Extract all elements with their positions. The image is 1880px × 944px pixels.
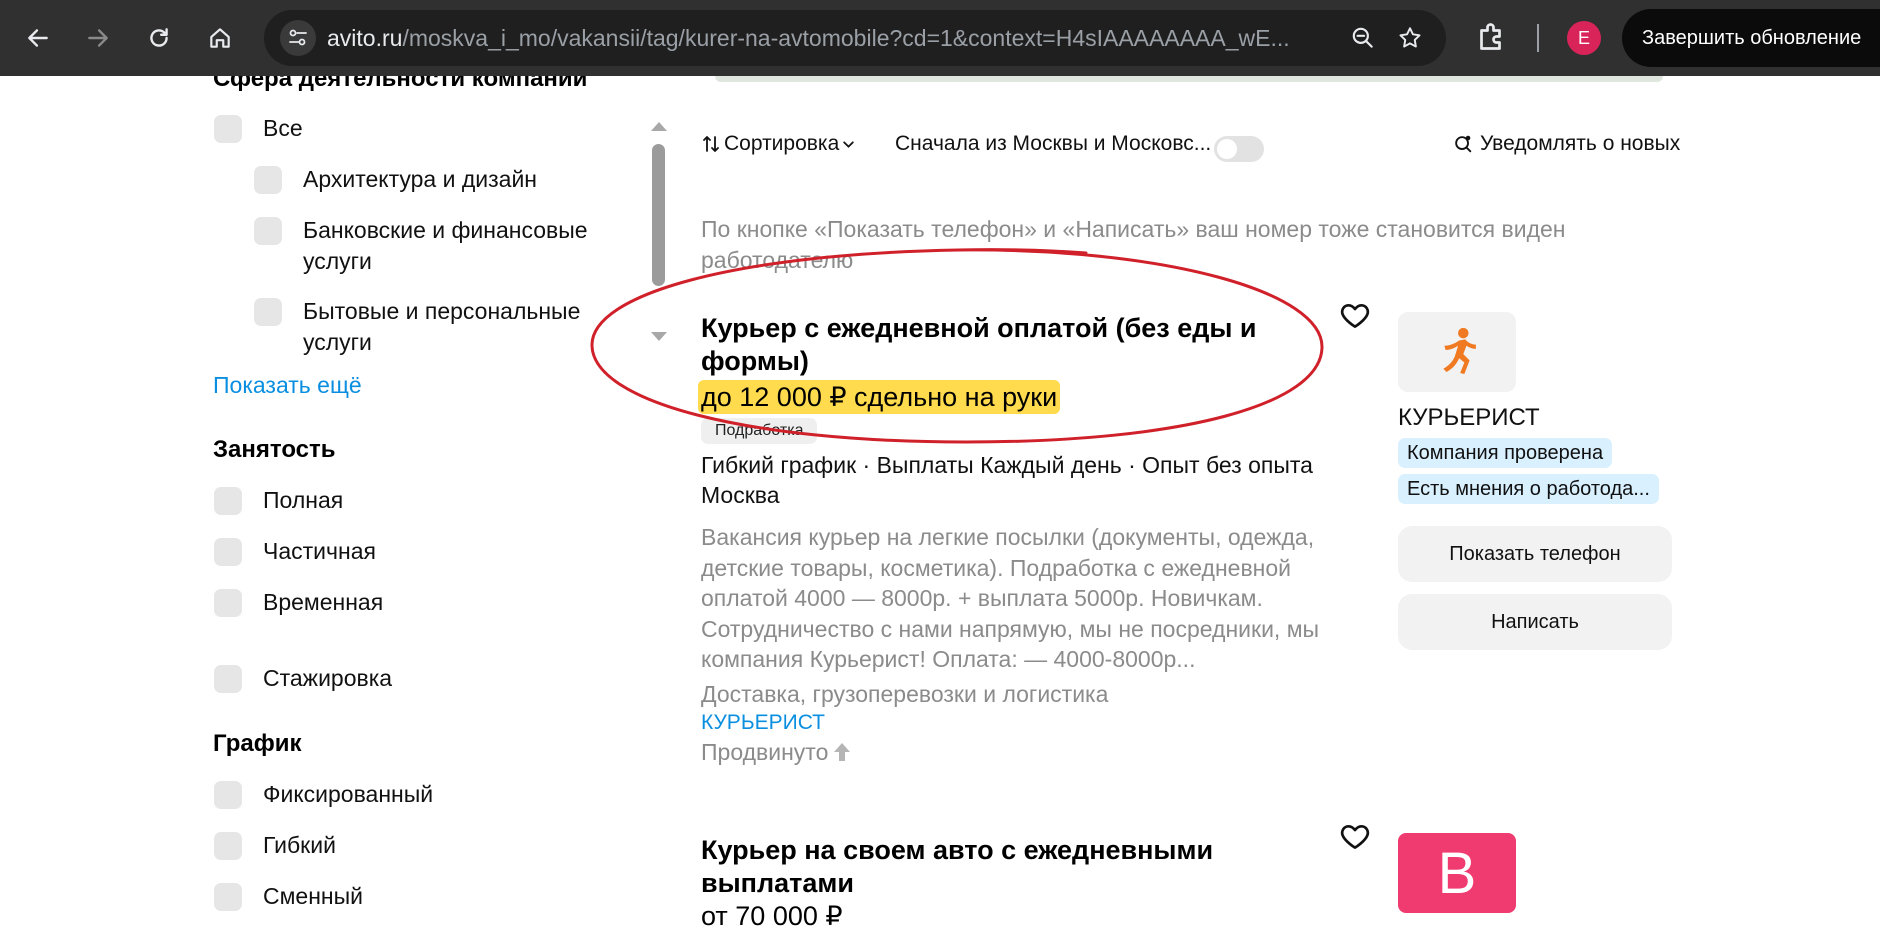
home-icon — [210, 28, 230, 48]
activity-option-banking[interactable]: Банковские и финансовые услуги — [254, 217, 623, 277]
checkbox[interactable] — [254, 217, 282, 245]
company-logo[interactable] — [1398, 312, 1516, 392]
checkbox[interactable] — [214, 589, 242, 617]
schedule-option-flexible[interactable]: Гибкий — [214, 832, 336, 861]
schedule-option-fixed[interactable]: Фиксированный — [214, 781, 434, 810]
activity-option-architecture[interactable]: Архитектура и дизайн — [254, 166, 538, 195]
listing-salary: от 70 000 ₽ — [701, 901, 843, 931]
sort-label: Сортировка — [724, 132, 840, 155]
region-first-label: Сначала из Москвы и Московс... — [895, 132, 1212, 155]
seller-name[interactable]: КУРЬЕРИСТ — [1398, 404, 1678, 432]
checkbox-label: Гибкий — [263, 832, 336, 858]
heart-icon[interactable] — [1339, 821, 1371, 853]
forward-button[interactable] — [74, 14, 122, 62]
checkbox[interactable] — [254, 298, 282, 326]
checkbox-label: Банковские и финансовые услуги — [303, 217, 588, 274]
write-message-button[interactable]: Написать — [1398, 594, 1672, 650]
employment-option-internship[interactable]: Стажировка — [214, 665, 393, 694]
listing-location: Москва — [701, 482, 780, 508]
running-man-logo-icon — [1443, 327, 1476, 375]
tune-icon — [289, 29, 307, 46]
address-bar[interactable]: avito.ru/moskva_i_mo/vakansii/tag/kurer-… — [264, 10, 1446, 66]
arrow-right-icon — [88, 29, 108, 47]
search-bell-icon — [1455, 135, 1472, 153]
promoted-label: Продвинуто — [701, 738, 829, 765]
employment-option-full[interactable]: Полная — [214, 487, 344, 516]
checkbox-label: Сменный — [263, 883, 363, 909]
checkbox[interactable] — [254, 166, 282, 194]
reload-icon — [150, 28, 168, 47]
show-more-link[interactable]: Показать ещё — [213, 372, 362, 399]
sort-icon — [703, 136, 719, 152]
checkbox-label: Архитектура и дизайн — [303, 166, 538, 192]
annotation-ellipse — [590, 248, 1324, 444]
scroll-up-arrow[interactable] — [651, 122, 667, 131]
sort-dropdown[interactable]: Сортировка — [701, 132, 855, 156]
listing-promoted: Продвинуто — [701, 737, 1341, 767]
checkbox-label: Все — [263, 115, 303, 141]
schedule-filter-title: График — [213, 730, 302, 757]
checkbox-label: Стажировка — [263, 665, 393, 691]
home-button[interactable] — [196, 14, 244, 62]
seller-card: КУРЬЕРИСТ Компания проверена Есть мнения… — [1398, 312, 1678, 650]
checkbox[interactable] — [214, 538, 242, 566]
checkbox-label: Временная — [263, 589, 384, 615]
bookmark-button[interactable] — [1394, 22, 1426, 54]
listing-company-link[interactable]: КУРЬЕРИСТ — [701, 709, 1341, 737]
toolbar-divider — [1537, 24, 1539, 52]
reload-button[interactable] — [135, 14, 183, 62]
checkbox-label: Фиксированный — [263, 781, 434, 807]
listing-card[interactable]: Курьер на своем авто с ежедневными выпла… — [701, 834, 1341, 933]
listing-conditions: Гибкий график · Выплаты Каждый день · Оп… — [701, 452, 1313, 478]
extensions-icon[interactable] — [1474, 20, 1510, 56]
checkbox-label: Частичная — [263, 538, 376, 564]
employment-filter-title: Занятость — [213, 436, 336, 463]
checkbox[interactable] — [214, 832, 242, 860]
employment-option-temporary[interactable]: Временная — [214, 589, 384, 618]
notify-label: Уведомлять о новых — [1480, 132, 1681, 155]
finish-update-button[interactable]: Завершить обновление — [1622, 9, 1880, 67]
zoom-out-icon — [1352, 27, 1373, 48]
show-phone-button[interactable]: Показать телефон — [1398, 526, 1672, 582]
checkbox[interactable] — [214, 781, 242, 809]
activity-filter-title: Сфера деятельности компании — [213, 76, 588, 92]
seller-card: B — [1398, 833, 1678, 913]
verified-badge: Компания проверена — [1398, 438, 1613, 468]
star-icon — [1399, 27, 1421, 48]
checkbox-label: Полная — [263, 487, 344, 513]
browser-toolbar: avito.ru/moskva_i_mo/vakansii/tag/kurer-… — [0, 0, 1880, 76]
checkbox[interactable] — [214, 883, 242, 911]
reviews-badge[interactable]: Есть мнения о работода... — [1398, 474, 1659, 504]
chevron-down-icon — [843, 140, 854, 148]
company-logo[interactable]: B — [1398, 833, 1516, 913]
arrow-up-icon — [834, 742, 851, 761]
listing-category: Доставка, грузоперевозки и логистика — [701, 680, 1109, 707]
activity-option-household[interactable]: Бытовые и персональные услуги — [254, 298, 623, 358]
arrow-left-icon — [28, 29, 48, 47]
profile-avatar[interactable]: E — [1567, 21, 1601, 55]
back-button[interactable] — [14, 14, 62, 62]
activity-option-all[interactable]: Все — [214, 115, 303, 144]
checkbox[interactable] — [214, 665, 242, 693]
checkbox-label: Бытовые и персональные услуги — [303, 298, 581, 355]
checkbox[interactable] — [214, 115, 242, 143]
region-first-toggle[interactable] — [1214, 136, 1264, 162]
filters-panel: Сфера деятельности компании Все Архитект… — [0, 76, 680, 944]
listing-description: Вакансия курьер на легкие посылки (докум… — [701, 524, 1320, 672]
checkbox[interactable] — [214, 487, 242, 515]
notify-new-button[interactable]: Уведомлять о новых — [1452, 132, 1680, 156]
url-host: avito.ru — [327, 25, 403, 51]
employment-option-part[interactable]: Частичная — [214, 538, 376, 567]
url-path: /moskva_i_mo/vakansii/tag/kurer-na-avtom… — [402, 25, 1290, 51]
schedule-option-shift[interactable]: Сменный — [214, 883, 363, 912]
listing-title[interactable]: Курьер на своем авто с ежедневными выпла… — [701, 834, 1341, 900]
heart-icon[interactable] — [1339, 300, 1371, 332]
zoom-button[interactable] — [1347, 22, 1379, 54]
site-info-button[interactable] — [280, 20, 316, 56]
map-preview[interactable] — [715, 76, 1663, 82]
url-text[interactable]: avito.ru/moskva_i_mo/vakansii/tag/kurer-… — [327, 25, 1327, 52]
